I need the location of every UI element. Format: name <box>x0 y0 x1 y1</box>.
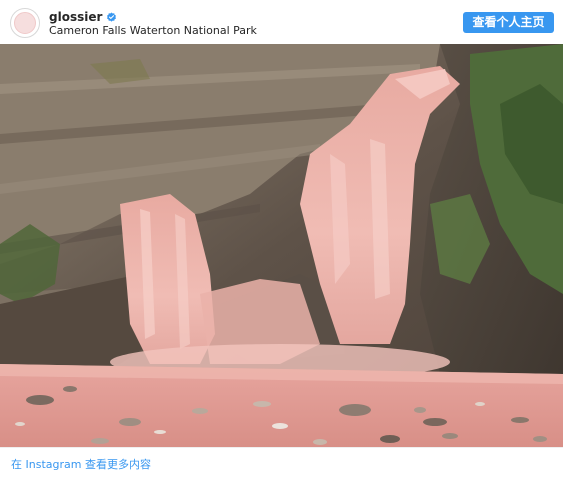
avatar-image <box>14 12 36 34</box>
post-header: glossier Cameron Falls Waterton National… <box>0 0 563 44</box>
avatar[interactable] <box>10 8 40 38</box>
waterfall-photo <box>0 44 563 447</box>
post-footer: 在 Instagram 查看更多内容 <box>0 447 563 479</box>
view-profile-button[interactable]: 查看个人主页 <box>463 12 554 33</box>
view-more-on-instagram-link[interactable]: 在 Instagram 查看更多内容 <box>11 458 151 472</box>
post-photo[interactable] <box>0 44 563 447</box>
username-link[interactable]: glossier <box>49 10 102 24</box>
instagram-embed-card: glossier Cameron Falls Waterton National… <box>0 0 563 479</box>
username-row: glossier <box>49 10 117 24</box>
verified-badge-icon <box>107 11 117 22</box>
location-link[interactable]: Cameron Falls Waterton National Park <box>49 24 257 37</box>
